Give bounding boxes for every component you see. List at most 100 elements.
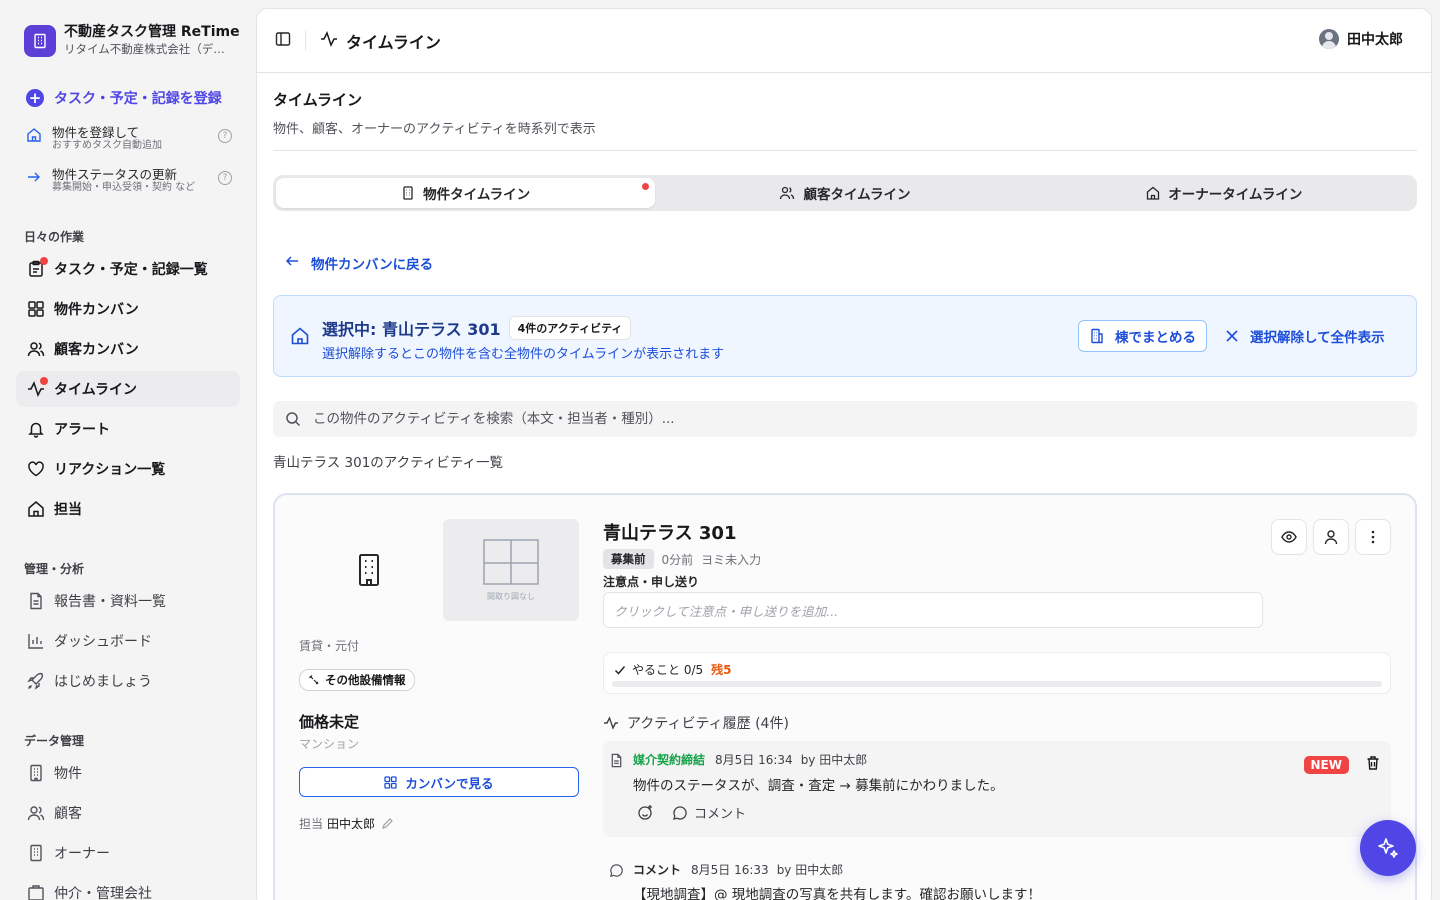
check-icon [614,664,626,676]
activity-time: 8月5日 16:33 [691,863,769,877]
notes-field[interactable]: クリックして注意点・申し送りを追加... [603,592,1263,628]
selection-title: 選択中: 青山テラス 301 [322,320,501,339]
pencil-icon[interactable] [381,817,393,830]
floorplan-placeholder[interactable]: 間取り図なし [443,519,579,621]
selection-description: 選択解除するとこの物件を含む全物件のタイムラインが表示されます [322,347,725,362]
sidebar-item-label: タスク・予定・記録一覧 [54,262,208,278]
plus-icon: + [26,89,44,107]
view-in-kanban-button[interactable]: カンバンで見る [299,767,579,797]
property-kind: 賃貸・元付 [299,639,360,653]
divider [273,150,1417,151]
page-title: タイムライン [273,91,362,109]
quick-sub: おすすめタスク自動追加 [52,140,162,151]
yomi: ヨミ未入力 [701,552,762,567]
sidebar-item-owners[interactable]: オーナー [16,835,240,871]
activity-body: 【現地調査】@ 現地調査の写真を共有します。確認お願いします！ [633,887,1041,900]
clear-selection-button[interactable]: 選択解除して全件表示 [1226,320,1385,352]
notification-dot [642,183,650,190]
sidebar-item-getting-started[interactable]: はじめましょう [16,663,240,699]
activity-author: by 田中太郎 [776,863,844,877]
sidebar-item-label: はじめましょう [54,674,152,690]
sidebar-item-customer-kanban[interactable]: 顧客カンバン [16,331,240,367]
floorplan-icon [483,538,539,585]
document-icon [609,753,624,772]
sidebar-item-label: アラート [54,422,110,438]
sidebar-item-reactions[interactable]: リアクション一覧 [16,451,240,487]
timeline-tabs: 物件タイムライン 顧客タイムライン オーナータイムライン [273,175,1417,211]
brand[interactable]: 不動産タスク管理 ReTime リタイム不動産株式会社（デモ） [24,24,240,58]
building-icon [357,553,381,591]
sidebar-item-properties[interactable]: 物件 [16,755,240,791]
sidebar-item-dashboard[interactable]: ダッシュボード [16,623,240,659]
watch-button[interactable] [1271,519,1307,555]
help-icon[interactable]: ? [218,129,232,143]
todo-progress[interactable]: やること 0/5 残5 [603,652,1391,694]
main-panel: タイムライン 田中太郎 タイムライン 物件、顧客、オーナーのアクティビティを時系… [256,8,1432,900]
quick-sub: 募集開始・申込受領・契約 など [52,182,196,193]
equipment-label: その他設備情報 [325,673,406,687]
register-task-button[interactable]: + タスク・予定・記録を登録 [26,88,222,108]
section-data: データ管理 [24,734,85,748]
user-menu[interactable]: 田中太郎 [1319,29,1403,49]
activity-count-badge: 4件のアクティビティ [508,316,632,340]
tab-customer-timeline[interactable]: 顧客タイムライン [655,178,1034,208]
back-to-kanban-link[interactable]: 物件カンバンに戻る [285,253,433,273]
group-label: 棟でまとめる [1115,330,1196,346]
equipment-chip[interactable]: その他設備情報 [299,669,415,691]
building-icon [26,843,46,863]
sidebar-item-label: リアクション一覧 [54,462,166,478]
quick-register-property[interactable]: 物件を登録して おすすめタスク自動追加 ? [26,125,236,152]
divider [305,30,306,51]
home-icon [290,326,310,350]
comment-label: コメント [694,807,747,822]
add-reaction-icon[interactable] [637,804,654,821]
trash-icon[interactable] [1365,755,1381,775]
assign-user-button[interactable] [1313,519,1349,555]
ai-assistant-button[interactable] [1360,820,1416,876]
building-icon [1089,328,1105,344]
document-icon [26,591,46,611]
eye-icon [1281,529,1297,545]
more-menu-button[interactable] [1355,519,1391,555]
activity-item: 媒介契約締結 8月5日 16:34 by 田中太郎 物件のステータスが、調査・査… [603,741,1391,837]
comment-button[interactable]: コメント [672,803,746,822]
help-icon[interactable]: ? [218,171,232,185]
sidebar-item-assignee[interactable]: 担当 [16,491,240,527]
sidebar-item-label: 物件カンバン [54,302,139,318]
sidebar-item-reports[interactable]: 報告書・資料一覧 [16,583,240,619]
activity-icon [320,30,338,52]
sidebar-item-label: 仲介・管理会社 [54,886,152,900]
sidebar-item-brokers[interactable]: 仲介・管理会社 [16,875,240,900]
sidebar-item-tasks[interactable]: タスク・予定・記録一覧 [16,251,240,287]
users-icon [26,803,46,823]
quick-title: 物件ステータスの更新 [52,167,178,182]
sidebar-item-label: ダッシュボード [54,634,152,650]
bell-icon [26,419,46,439]
sidebar-item-alerts[interactable]: アラート [16,411,240,447]
activity-item: コメント 8月5日 16:33 by 田中太郎 【現地調査】@ 現地調査の写真を… [603,851,1391,900]
activity-history-header: アクティビティ履歴 (4件) [603,713,789,733]
tab-property-timeline[interactable]: 物件タイムライン [276,178,656,208]
section-manage: 管理・分析 [24,562,85,576]
close-icon [1226,330,1238,342]
selection-banner: 選択中: 青山テラス 301 4件のアクティビティ 選択解除するとこの物件を含む… [273,295,1417,377]
todo-remaining: 残5 [711,663,732,677]
home-icon [26,499,46,519]
sidebar-item-customers[interactable]: 顧客 [16,795,240,831]
quick-update-status[interactable]: 物件ステータスの更新 募集開始・申込受領・契約 など ? [26,167,236,194]
status-badge: 募集前 [603,549,654,569]
clear-label: 選択解除して全件表示 [1250,330,1385,346]
notes-label: 注意点・申し送り [603,575,700,589]
building-icon [26,763,46,783]
search-input[interactable] [313,411,1313,427]
sidebar-item-timeline[interactable]: タイムライン [16,371,240,407]
updated-time: 0分前 [661,552,694,567]
sidebar-item-label: オーナー [54,846,110,862]
tab-owner-timeline[interactable]: オーナータイムライン [1035,178,1414,208]
sidebar-item-label: 顧客カンバン [54,342,139,358]
register-task-label: タスク・予定・記録を登録 [54,91,222,107]
group-by-building-button[interactable]: 棟でまとめる [1078,320,1207,352]
assignee-label: 担当 [299,817,324,831]
sidebar-toggle-icon[interactable] [275,31,291,51]
sidebar-item-property-kanban[interactable]: 物件カンバン [16,291,240,327]
